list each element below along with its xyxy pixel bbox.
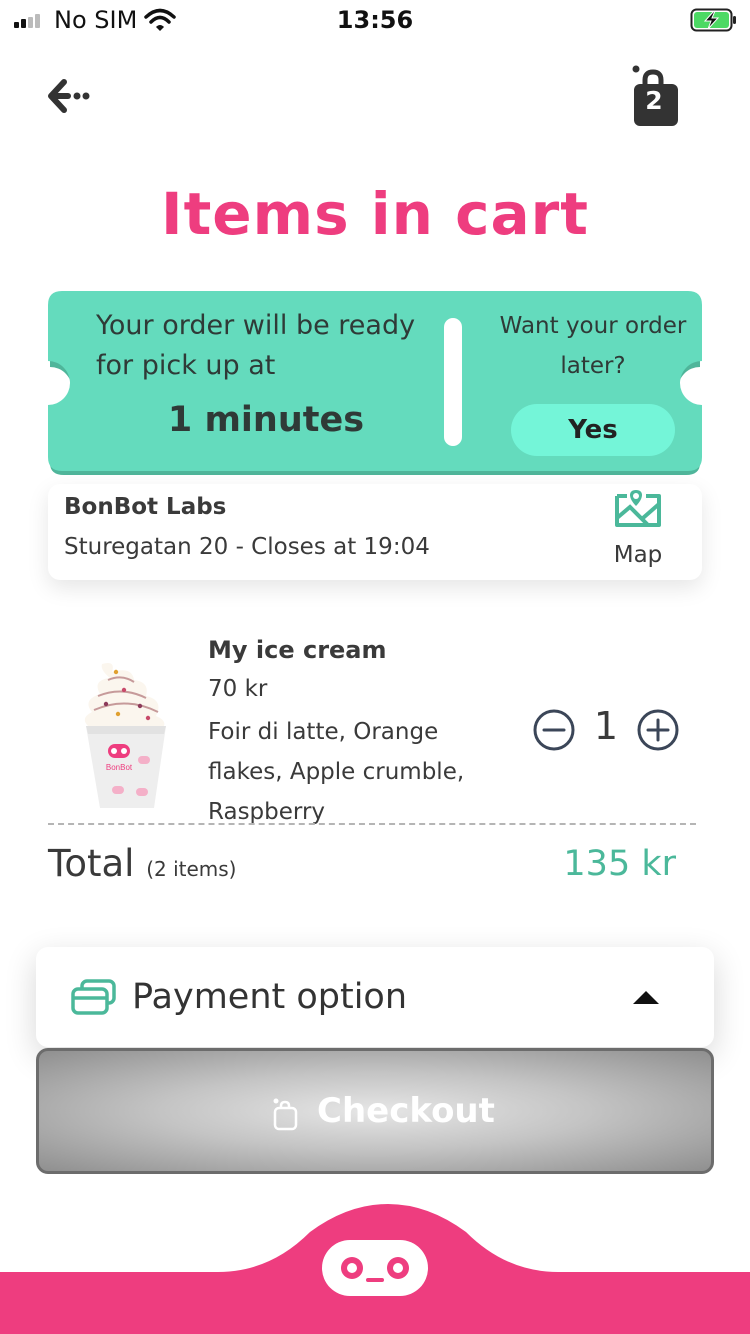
checkout-label: Checkout	[317, 1091, 495, 1131]
cart-count-badge: 2	[645, 86, 663, 115]
item-price: 70 kr	[208, 676, 268, 702]
decrease-quantity-button[interactable]	[532, 708, 576, 752]
store-name: BonBot Labs	[64, 494, 227, 520]
credit-card-icon	[71, 979, 116, 1015]
map-button[interactable]: Map	[598, 484, 678, 576]
store-address: Sturegatan 20 - Closes at 19:04	[64, 534, 430, 560]
page-title: Items in cart	[160, 180, 589, 248]
item-options: Foir di latte, Orange flakes, Apple crum…	[208, 719, 465, 825]
map-label: Map	[613, 542, 663, 568]
total-row-label: Total (2 items)	[48, 842, 236, 885]
status-bar: No SIM 13:56	[0, 0, 750, 40]
clock-time: 13:56	[336, 6, 414, 34]
caret-up-icon	[633, 991, 659, 1004]
dashed-divider	[48, 823, 696, 825]
order-later-yes-button[interactable]: Yes	[511, 404, 675, 456]
checkout-button[interactable]: Checkout	[36, 1048, 714, 1174]
total-item-count: (2 items)	[146, 857, 237, 881]
payment-option-label: Payment option	[132, 977, 408, 1017]
arrow-left-icon	[48, 79, 90, 113]
minus-circle-icon	[533, 709, 575, 751]
shopping-bag-icon	[273, 1098, 298, 1131]
back-button[interactable]	[44, 72, 94, 120]
quantity-value: 1	[593, 704, 619, 748]
payment-option-selector[interactable]: Payment option	[36, 947, 714, 1047]
total-price: 135 kr	[563, 844, 676, 884]
map-icon	[615, 490, 661, 527]
cart-button[interactable]: 2	[624, 62, 682, 130]
order-later-question: Want your order later?	[499, 313, 687, 379]
ticket-divider	[444, 318, 462, 446]
total-label: Total	[48, 842, 135, 885]
cup-brand-label: BonBot	[106, 763, 133, 772]
battery-charging-icon	[690, 8, 736, 32]
pickup-ready-time: 1 minutes	[167, 400, 365, 440]
increase-quantity-button[interactable]	[636, 708, 680, 752]
ice-cream-image: BonBot	[84, 663, 166, 808]
pickup-ready-text: Your order will be ready for pick up at	[96, 310, 416, 381]
plus-circle-icon	[637, 709, 679, 751]
item-name: My ice cream	[208, 636, 387, 664]
brand-mascot-footer	[0, 1204, 750, 1334]
